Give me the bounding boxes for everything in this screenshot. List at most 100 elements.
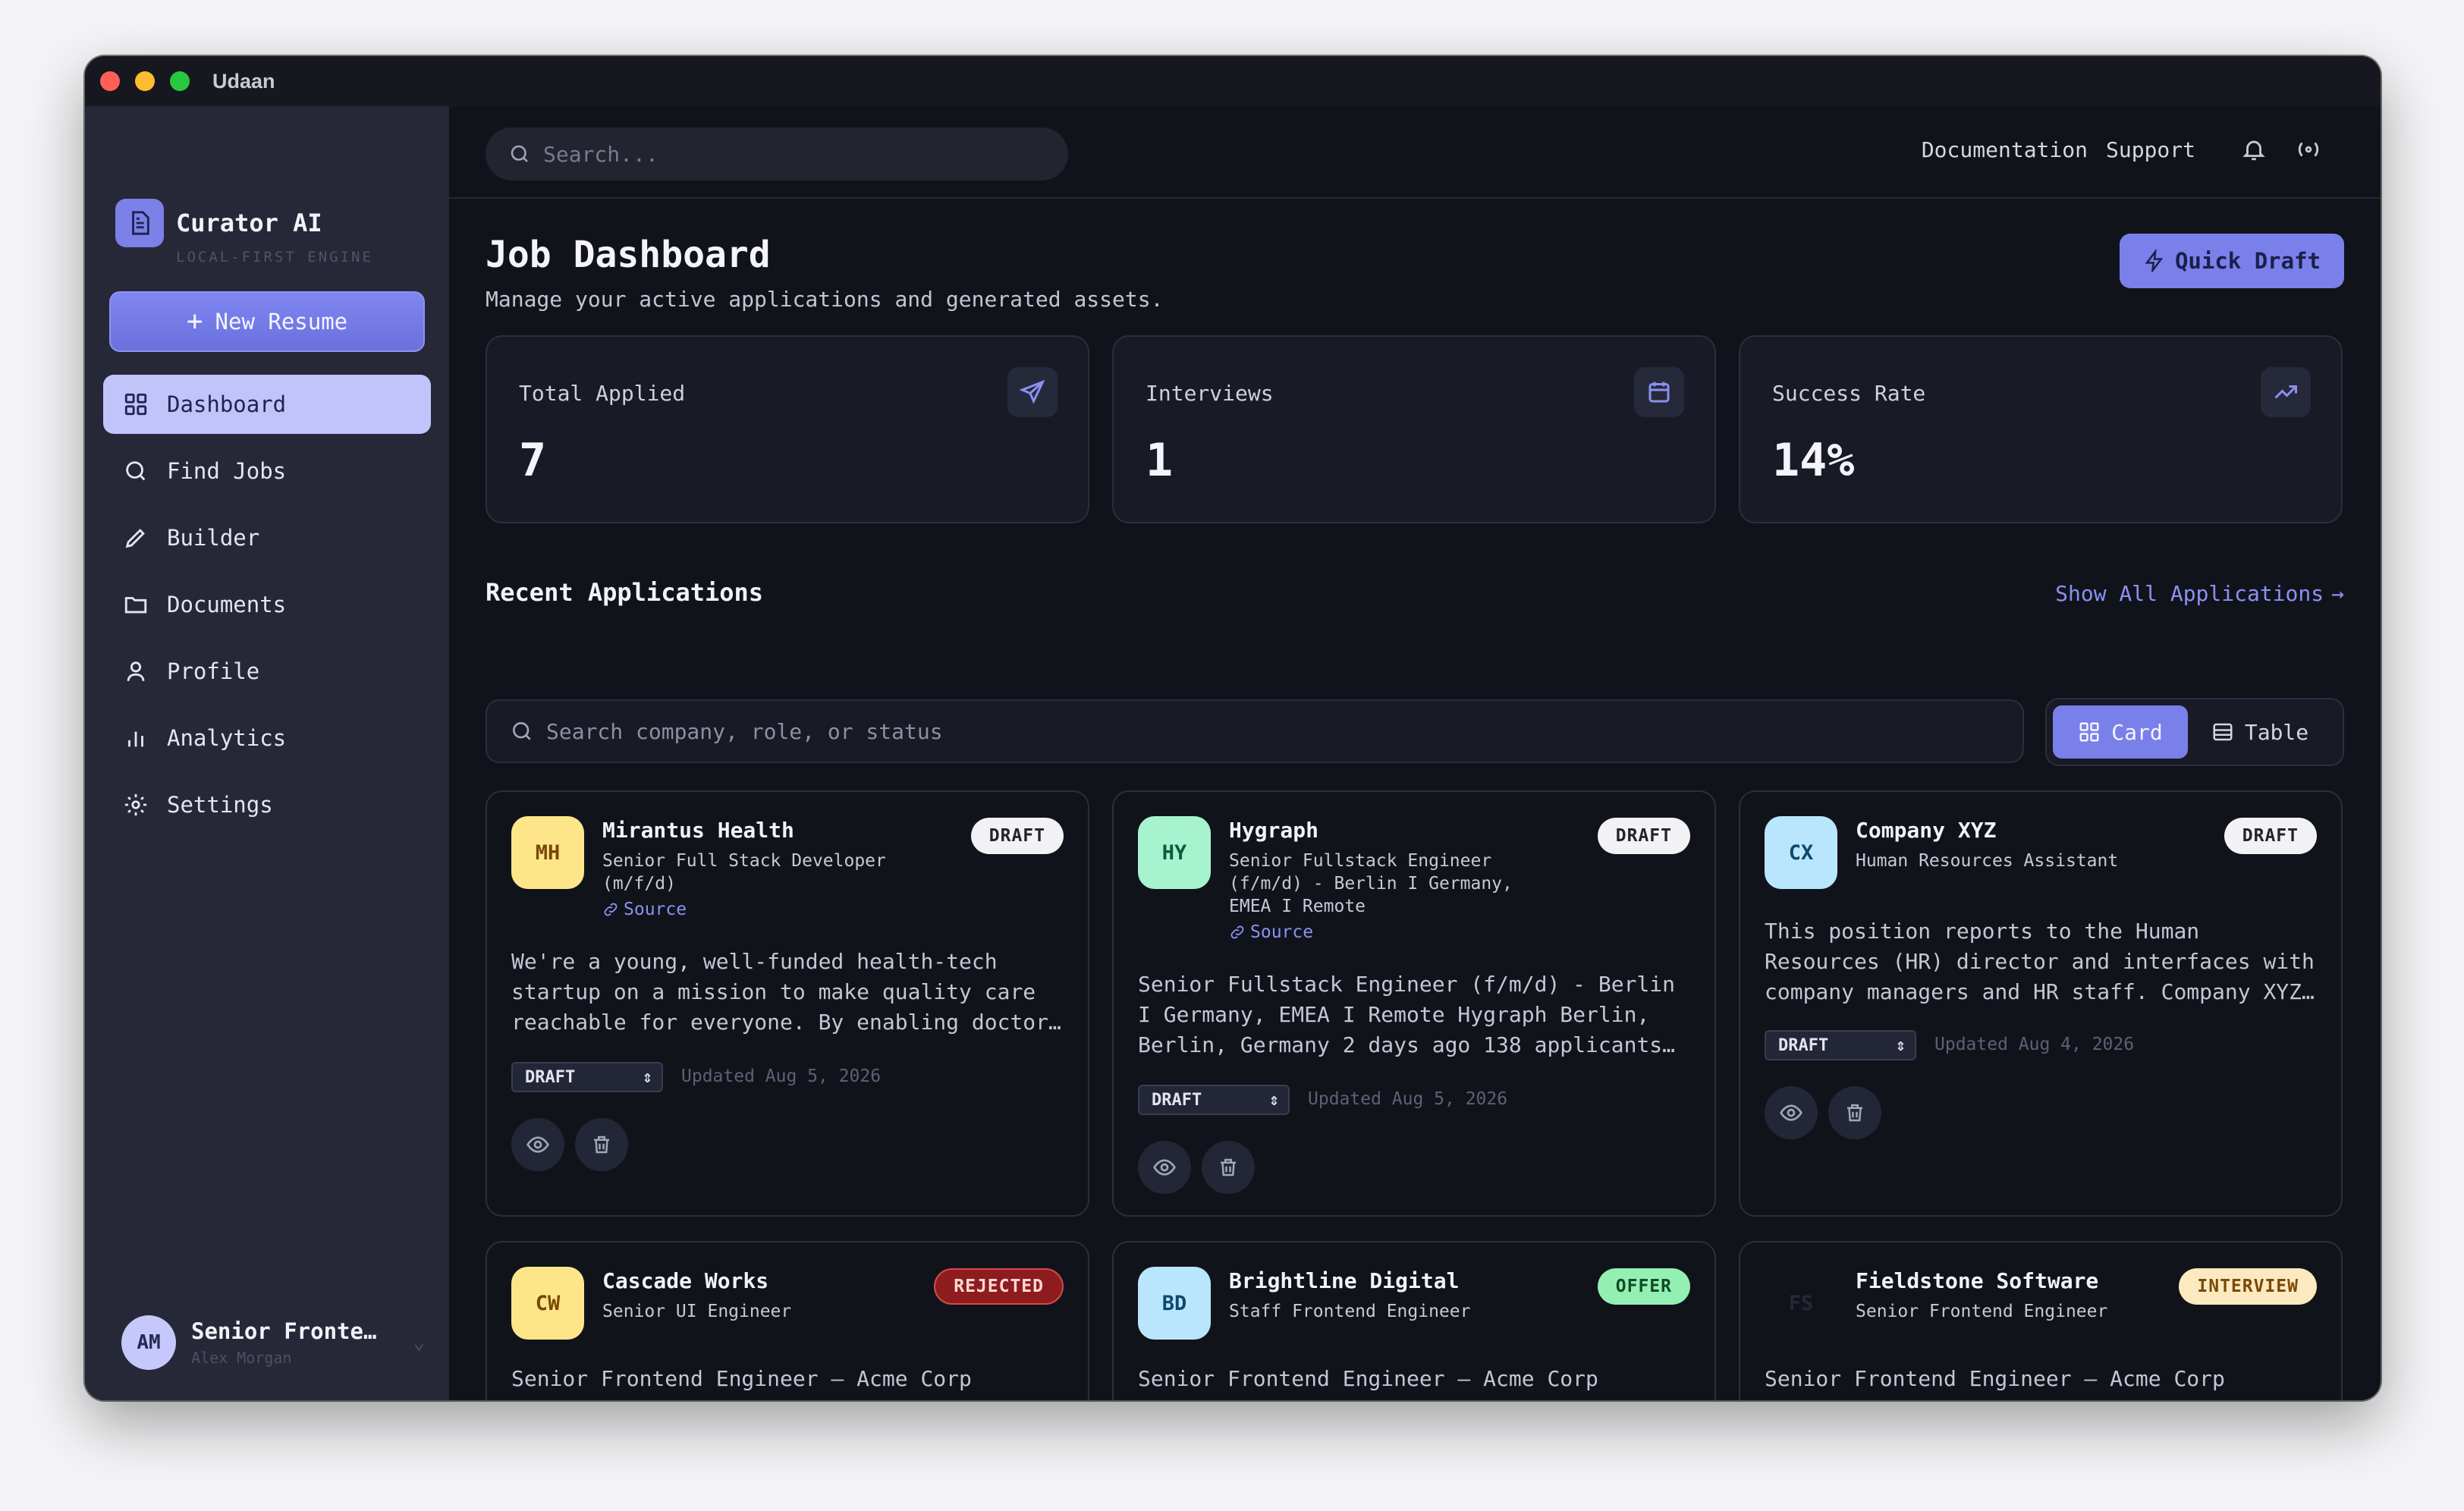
table-icon xyxy=(2213,723,2233,741)
updated-date: Updated Aug 5, 2026 xyxy=(681,1066,882,1086)
application-card[interactable]: MH Mirantus Health Senior Full Stack Dev… xyxy=(486,790,1089,1217)
status-badge: DRAFT xyxy=(970,818,1064,854)
updated-date: Updated Aug 5, 2026 xyxy=(1308,1089,1508,1109)
bell-icon[interactable] xyxy=(2241,137,2267,162)
trash-icon xyxy=(594,1136,609,1154)
application-card[interactable]: CX Company XYZ Human Resources Assistant… xyxy=(1739,790,2343,1217)
sidebar-item-analytics[interactable]: Analytics xyxy=(103,708,431,768)
application-card[interactable]: HY Hygraph Senior Fullstack Engineer (f/… xyxy=(1112,790,1716,1217)
status-badge: REJECTED xyxy=(934,1268,1064,1305)
pencil-icon xyxy=(125,529,145,548)
card-view-label: Card xyxy=(2111,719,2163,745)
brand[interactable]: Curator AI xyxy=(115,199,322,247)
new-resume-button[interactable]: + New Resume xyxy=(109,291,425,352)
updated-date: Updated Aug 4, 2026 xyxy=(1934,1035,2135,1054)
status-select[interactable]: DRAFT ⇕ xyxy=(1765,1030,1916,1060)
company-name: Fieldstone Software xyxy=(1856,1268,2099,1293)
application-search-input[interactable]: Search company, role, or status xyxy=(486,699,2024,763)
sidebar-item-label: Find Jobs xyxy=(167,458,287,484)
eye-icon xyxy=(1153,1159,1176,1176)
new-resume-label: New Resume xyxy=(215,309,348,335)
link-icon xyxy=(604,903,618,916)
close-window-button[interactable] xyxy=(100,71,120,91)
application-card[interactable]: CW Cascade Works Senior UI Engineer REJE… xyxy=(486,1241,1089,1400)
link-icon xyxy=(1230,925,1244,939)
stat-label: Interviews xyxy=(1146,381,1274,406)
bar-chart-icon xyxy=(128,731,143,747)
stat-card-total-applied: Total Applied 7 xyxy=(486,335,1089,523)
documentation-link[interactable]: Documentation xyxy=(1922,137,2088,162)
view-button[interactable] xyxy=(1138,1141,1191,1194)
lightning-icon xyxy=(2145,250,2164,272)
sidebar-item-dashboard[interactable]: Dashboard xyxy=(103,375,431,434)
view-button[interactable] xyxy=(511,1118,564,1171)
chevron-updown-icon: ⇕ xyxy=(1895,1035,1906,1055)
stat-label: Total Applied xyxy=(519,381,686,406)
delete-button[interactable] xyxy=(575,1118,628,1171)
chevron-updown-icon: ⇕ xyxy=(642,1067,652,1087)
calendar-icon xyxy=(1634,367,1684,417)
view-button[interactable] xyxy=(1765,1086,1818,1139)
company-logo: FS xyxy=(1765,1267,1837,1340)
company-name: Brightline Digital xyxy=(1229,1268,1460,1293)
search-icon xyxy=(511,145,528,162)
status-badge: OFFER xyxy=(1597,1268,1690,1305)
broadcast-icon[interactable] xyxy=(2294,137,2323,162)
brand-name: Curator AI xyxy=(176,209,322,237)
user-role: Senior Fronte… xyxy=(191,1318,377,1344)
delete-button[interactable] xyxy=(1828,1086,1881,1139)
application-card[interactable]: BD Brightline Digital Staff Frontend Eng… xyxy=(1112,1241,1716,1400)
maximize-window-button[interactable] xyxy=(170,71,190,91)
quick-draft-label: Quick Draft xyxy=(2174,248,2321,274)
recent-applications-title: Recent Applications xyxy=(486,578,764,607)
company-name: Cascade Works xyxy=(602,1268,769,1293)
sidebar-nav: Dashboard Find Jobs Builder Documents Pr… xyxy=(103,375,431,842)
job-description: Senior Frontend Engineer — Acme Corp (Re… xyxy=(1138,1366,1662,1400)
job-role: Senior Fullstack Engineer (f/m/d) - Berl… xyxy=(1229,851,1513,916)
job-description: Senior Fullstack Engineer (f/m/d) - Berl… xyxy=(1138,972,1676,1057)
sidebar-item-profile[interactable]: Profile xyxy=(103,642,431,701)
quick-draft-button[interactable]: Quick Draft xyxy=(2120,234,2344,288)
show-all-label: Show All Applications xyxy=(2055,581,2324,606)
search-icon xyxy=(513,722,531,740)
source-link[interactable]: Source xyxy=(602,898,929,921)
job-role: Senior Frontend Engineer xyxy=(1856,1302,2108,1321)
card-view-button[interactable]: Card xyxy=(2053,705,2188,759)
grid-icon xyxy=(124,393,147,416)
sidebar: Curator AI LOCAL-FIRST ENGINE + New Resu… xyxy=(85,106,449,1400)
eye-icon xyxy=(526,1136,549,1153)
grid-icon xyxy=(2079,722,2099,742)
status-select[interactable]: DRAFT ⇕ xyxy=(1138,1085,1290,1115)
global-search-input[interactable]: Search... xyxy=(486,127,1068,181)
source-link[interactable]: Source xyxy=(1229,921,1555,944)
page-subtitle: Manage your active applications and gene… xyxy=(486,287,1164,312)
sidebar-item-label: Documents xyxy=(167,592,287,617)
user-menu[interactable]: AM Senior Fronte… Alex Morgan ⌄ xyxy=(121,1315,425,1370)
delete-button[interactable] xyxy=(1202,1141,1255,1194)
sidebar-item-documents[interactable]: Documents xyxy=(103,575,431,634)
support-link[interactable]: Support xyxy=(2106,137,2195,162)
page-title: Job Dashboard xyxy=(486,234,771,276)
status-badge: DRAFT xyxy=(1597,818,1690,854)
show-all-applications-link[interactable]: Show All Applications → xyxy=(2055,581,2344,606)
sidebar-item-builder[interactable]: Builder xyxy=(103,508,431,567)
folder-icon xyxy=(124,597,147,614)
role-block: Senior Fullstack Engineer (f/m/d) - Berl… xyxy=(1229,850,1555,944)
top-bar: Search... Documentation Support xyxy=(449,106,2381,199)
chevron-updown-icon: ⇕ xyxy=(1268,1090,1279,1110)
role-block: Human Resources Assistant xyxy=(1856,850,2182,872)
status-select[interactable]: DRAFT ⇕ xyxy=(511,1062,663,1092)
table-view-label: Table xyxy=(2244,719,2309,745)
company-name: Hygraph xyxy=(1229,818,1319,843)
user-text: Senior Fronte… Alex Morgan xyxy=(191,1318,413,1367)
application-card[interactable]: FS Fieldstone Software Senior Frontend E… xyxy=(1739,1241,2343,1400)
table-view-button[interactable]: Table xyxy=(2188,705,2332,759)
stat-value: 7 xyxy=(519,434,547,487)
stat-value: 14% xyxy=(1772,434,1855,487)
sidebar-item-find-jobs[interactable]: Find Jobs xyxy=(103,441,431,501)
company-logo: HY xyxy=(1138,816,1211,889)
minimize-window-button[interactable] xyxy=(135,71,155,91)
company-logo: CX xyxy=(1765,816,1837,889)
sidebar-item-settings[interactable]: Settings xyxy=(103,775,431,834)
app-window: Udaan Curator AI LOCAL-FIRST ENGINE + Ne… xyxy=(85,56,2381,1400)
